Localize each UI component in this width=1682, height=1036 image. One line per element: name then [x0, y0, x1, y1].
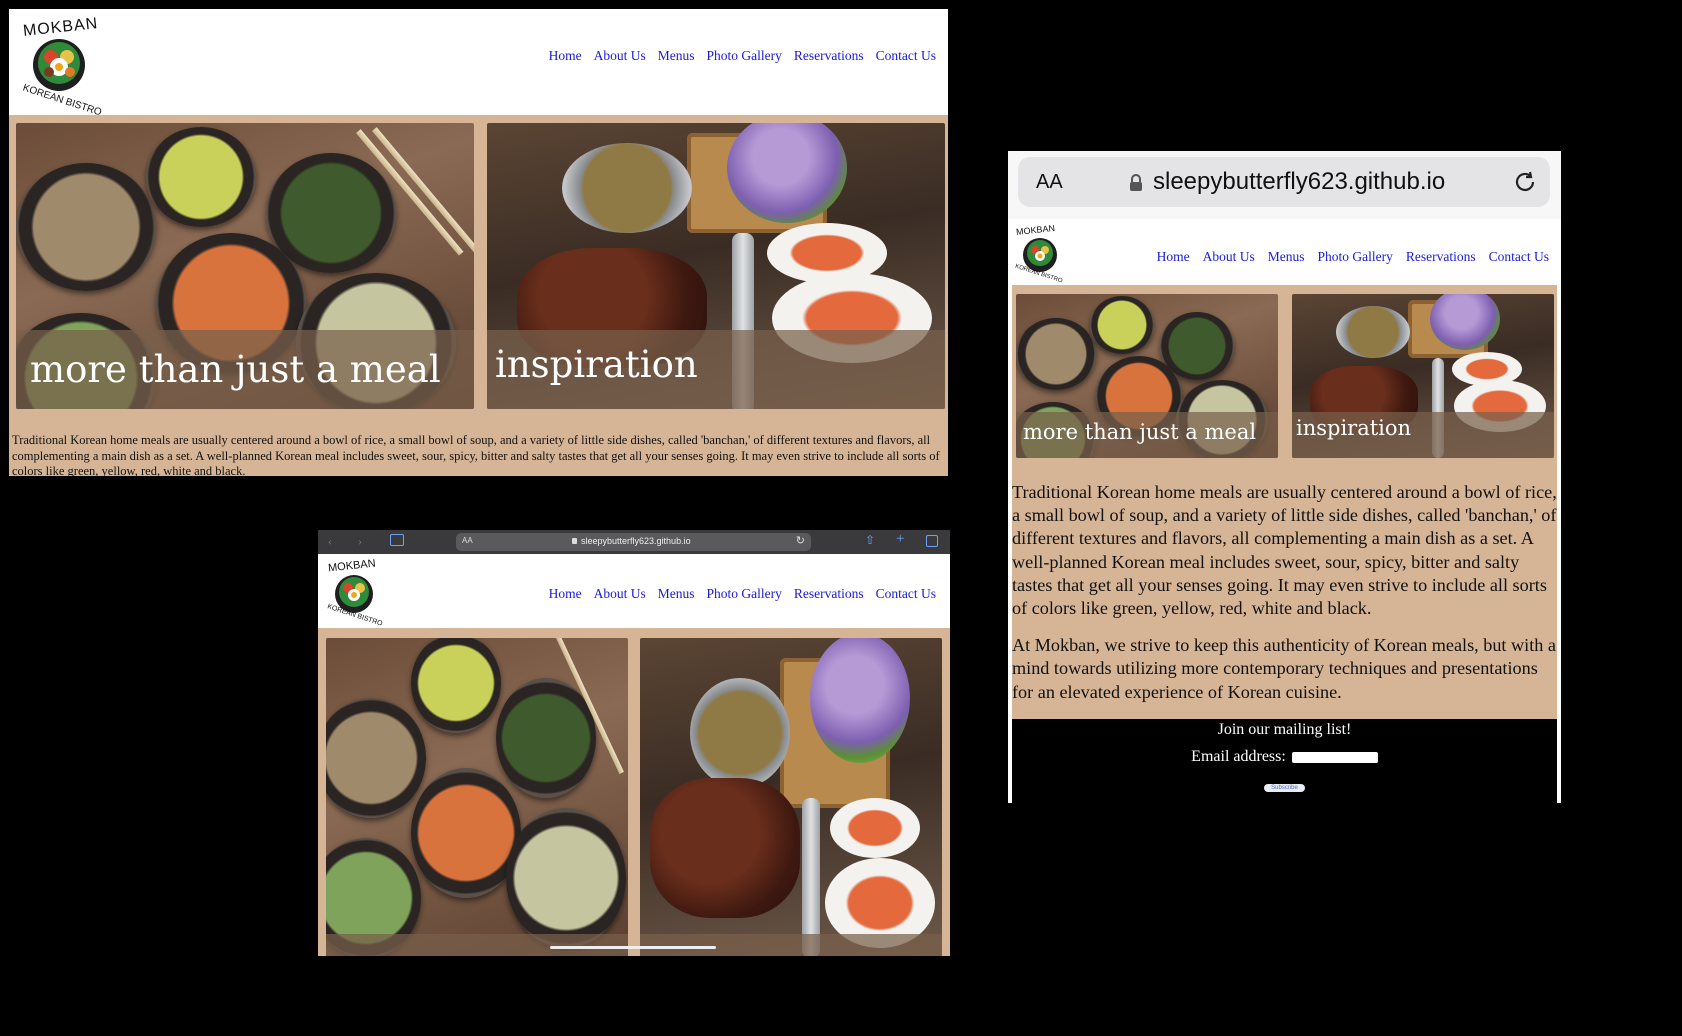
- description-paragraph-1: Traditional Korean home meals are usuall…: [12, 433, 940, 476]
- nav-contact-us[interactable]: Contact Us: [876, 48, 936, 64]
- caption-more-than-just-a-meal: more than just a meal: [1023, 420, 1257, 444]
- banchan-photo: more than just a meal: [16, 123, 474, 409]
- desktop-screenshot: MOKBAN KOREAN BISTRO Home About Us Menus…: [9, 9, 948, 476]
- desktop-site: MOKBAN KOREAN BISTRO Home About Us Menus…: [9, 9, 948, 476]
- lock-icon: [1130, 174, 1142, 191]
- banchan-photo: [326, 638, 628, 956]
- nav-photo-gallery[interactable]: Photo Gallery: [707, 48, 782, 64]
- mokban-logo[interactable]: MOKBAN KOREAN BISTRO: [19, 15, 103, 118]
- nav-home[interactable]: Home: [549, 48, 582, 64]
- nav-menus[interactable]: Menus: [658, 586, 695, 602]
- phone-url: sleepybutterfly623.github.io: [1153, 168, 1446, 195]
- main-nav: Home About Us Menus Photo Gallery Reserv…: [549, 48, 936, 64]
- tablet-site-header: MOKBAN KOREAN BISTRO Home About Us Menus…: [318, 554, 950, 628]
- back-icon[interactable]: ‹: [328, 534, 332, 549]
- mokban-logo[interactable]: MOKBAN KOREAN BISTRO: [1014, 223, 1070, 284]
- nav-contact-us[interactable]: Contact Us: [1489, 249, 1549, 265]
- email-row: Email address:: [1012, 748, 1557, 766]
- email-input[interactable]: [1291, 751, 1378, 763]
- nav-menus[interactable]: Menus: [658, 48, 695, 64]
- reload-icon[interactable]: ↻: [796, 534, 805, 547]
- nav-contact-us[interactable]: Contact Us: [876, 586, 936, 602]
- nav-about-us[interactable]: About Us: [1203, 249, 1255, 265]
- nav-home[interactable]: Home: [1157, 249, 1190, 265]
- nav-menus[interactable]: Menus: [1268, 249, 1305, 265]
- main-content: more than just a meal inspiration Tradit…: [9, 115, 948, 476]
- banchan-photo: more than just a meal: [1016, 294, 1278, 458]
- nav-photo-gallery[interactable]: Photo Gallery: [707, 586, 782, 602]
- bookmarks-icon[interactable]: [390, 534, 404, 546]
- mokban-logo[interactable]: MOKBAN KOREAN BISTRO: [326, 558, 386, 628]
- tabs-icon[interactable]: [926, 535, 938, 547]
- reload-icon[interactable]: [1512, 169, 1538, 195]
- text-size-button[interactable]: AA: [462, 536, 473, 545]
- tablet-browser-bar: ‹ › AA sleepybutterfly623.github.io ↻ ⇧ …: [318, 530, 950, 554]
- nav-reservations[interactable]: Reservations: [1406, 249, 1476, 265]
- mailing-list-title: Join our mailing list!: [1217, 721, 1352, 738]
- nav-photo-gallery[interactable]: Photo Gallery: [1318, 249, 1393, 265]
- phone-main-content: more than just a meal inspiration Tradit…: [1012, 285, 1557, 719]
- forward-icon[interactable]: ›: [358, 534, 362, 549]
- phone-site-header: MOKBAN KOREAN BISTRO Home About Us Menus…: [1008, 219, 1561, 285]
- lock-icon: [572, 538, 577, 544]
- site-header: MOKBAN KOREAN BISTRO Home About Us Menus…: [9, 9, 948, 118]
- phone-screenshot: AA sleepybutterfly623.github.io MOKBAN K…: [1008, 151, 1561, 803]
- new-tab-icon[interactable]: +: [896, 531, 904, 548]
- bibimbap-photo: inspiration: [1292, 294, 1554, 458]
- phone-browser-bar: AA sleepybutterfly623.github.io: [1008, 151, 1561, 220]
- nav-reservations[interactable]: Reservations: [794, 586, 864, 602]
- email-label: Email address:: [1191, 748, 1286, 765]
- nav-about-us[interactable]: About Us: [594, 586, 646, 602]
- caption-inspiration: inspiration: [495, 343, 698, 386]
- bibimbap-photo: inspiration: [487, 123, 945, 409]
- main-nav: Home About Us Menus Photo Gallery Reserv…: [549, 586, 936, 602]
- nav-home[interactable]: Home: [549, 586, 582, 602]
- caption-more-than-just-a-meal: more than just a meal: [30, 348, 441, 391]
- home-indicator: [550, 946, 716, 949]
- description: Traditional Korean home meals are usuall…: [12, 433, 947, 476]
- bibimbap-photo: [640, 638, 942, 956]
- text-size-button[interactable]: AA: [1036, 171, 1063, 194]
- tablet-screenshot: ‹ › AA sleepybutterfly623.github.io ↻ ⇧ …: [318, 530, 950, 956]
- description: Traditional Korean home meals are usuall…: [1012, 481, 1557, 704]
- description-paragraph-2: At Mokban, we strive to keep this authen…: [1012, 635, 1556, 702]
- tablet-site: ‹ › AA sleepybutterfly623.github.io ↻ ⇧ …: [318, 530, 950, 956]
- subscribe-button[interactable]: Subscribe: [1264, 784, 1305, 792]
- nav-about-us[interactable]: About Us: [594, 48, 646, 64]
- main-nav: Home About Us Menus Photo Gallery Reserv…: [1157, 249, 1549, 265]
- mailing-list-footer: Join our mailing list! Email address: Su…: [1012, 719, 1557, 803]
- caption-inspiration: inspiration: [1296, 416, 1412, 440]
- tablet-url: sleepybutterfly623.github.io: [581, 536, 691, 546]
- tablet-address-bar[interactable]: AA sleepybutterfly623.github.io ↻: [456, 533, 811, 551]
- tablet-main-content: [318, 628, 950, 956]
- phone-site: AA sleepybutterfly623.github.io MOKBAN K…: [1008, 151, 1561, 803]
- phone-address-bar[interactable]: AA sleepybutterfly623.github.io: [1018, 157, 1550, 207]
- share-icon[interactable]: ⇧: [865, 533, 875, 548]
- description-paragraph-1: Traditional Korean home meals are usuall…: [1012, 482, 1557, 619]
- nav-reservations[interactable]: Reservations: [794, 48, 864, 64]
